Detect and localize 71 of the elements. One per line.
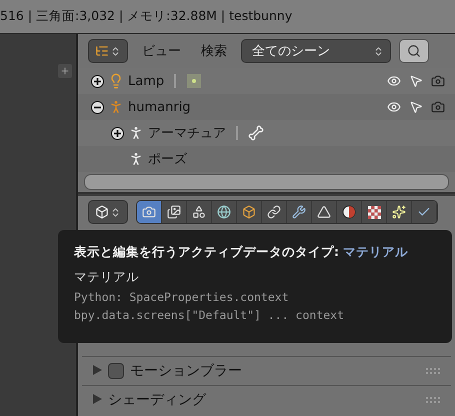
drag-handle-icon[interactable] [425,396,441,404]
drag-handle-icon[interactable] [425,367,441,375]
shapes-icon [192,205,206,219]
expand-toggle[interactable] [111,126,124,140]
context-tab[interactable] [387,201,412,223]
expand-arrow[interactable] [92,394,102,406]
updown-icon [110,206,121,218]
context-tab[interactable] [262,201,287,223]
context-tab[interactable] [312,201,337,223]
display-mode-button[interactable] [88,39,128,63]
panel-title: モーションブラー [130,362,242,380]
panel-title: シェーディング [108,391,206,409]
cursor-icon [409,100,423,114]
caret-icon [92,364,102,374]
tree-icon [95,44,109,58]
outliner-row[interactable]: humanrig [78,94,455,120]
pictures-icon [167,205,181,219]
caret-icon [92,394,102,404]
triangle-icon [317,205,331,219]
panel-header[interactable]: モーションブラー [82,356,451,385]
python-path: bpy.data.screens["Default"] ... context [74,308,346,322]
add-button[interactable] [58,64,72,78]
globe-icon [217,205,231,219]
plus-icon [60,66,70,76]
python-path: Python: SpaceProperties.context [74,290,290,304]
wrench-icon [292,205,306,219]
object-name: Lamp [128,74,164,88]
menu-item[interactable]: 検索 [195,42,233,60]
sparkle-icon [392,205,406,219]
object-name: humanrig [128,100,191,114]
collapse-toggle[interactable] [91,100,104,114]
context-tab[interactable] [137,201,162,223]
panel-header[interactable]: シェーディング [82,385,451,414]
outliner-row[interactable]: ポーズ [78,146,455,172]
object-name: アーマチュア [148,125,226,142]
status-text: 516 | 三角面:3,032 | メモリ:32.88M | testbunny [0,8,292,25]
bone-icon [248,125,264,141]
context-tab[interactable] [337,201,362,223]
plus-icon [113,128,122,138]
camera-icon [431,100,445,114]
context-tab[interactable] [187,201,212,223]
search-icon [407,44,421,58]
scrollbar[interactable] [84,174,449,190]
tooltip-value: マテリアル [343,244,408,261]
editor-type-button[interactable] [88,200,128,224]
checkbox[interactable] [108,363,124,379]
context-tab[interactable] [362,201,387,223]
checker-icon [368,206,380,218]
eye-icon [387,100,401,114]
link-icon [267,205,281,219]
search-button[interactable] [399,39,429,63]
cube-icon [242,205,256,219]
tooltip-subtitle: マテリアル [74,269,140,286]
sphere-icon [342,205,356,219]
camera-icon [142,205,156,219]
scene-dropdown[interactable]: 全てのシーン [241,39,391,63]
context-tab[interactable] [212,201,237,223]
tooltip-title: 表示と編集を行うアクティブデータのタイプ: [74,244,339,261]
light-data-icon [186,73,202,89]
updown-icon [373,46,384,56]
expand-toggle[interactable] [91,74,104,88]
expand-arrow[interactable] [92,364,102,378]
eye-icon [387,74,401,88]
cursor-icon [409,74,423,88]
context-tab[interactable] [162,201,187,223]
object-name: ポーズ [148,151,187,168]
plus-icon [93,76,102,86]
context-tab[interactable] [287,201,312,223]
menu-item[interactable]: ビュー [136,42,187,60]
camera-icon [431,74,445,88]
updown-icon [110,46,121,56]
